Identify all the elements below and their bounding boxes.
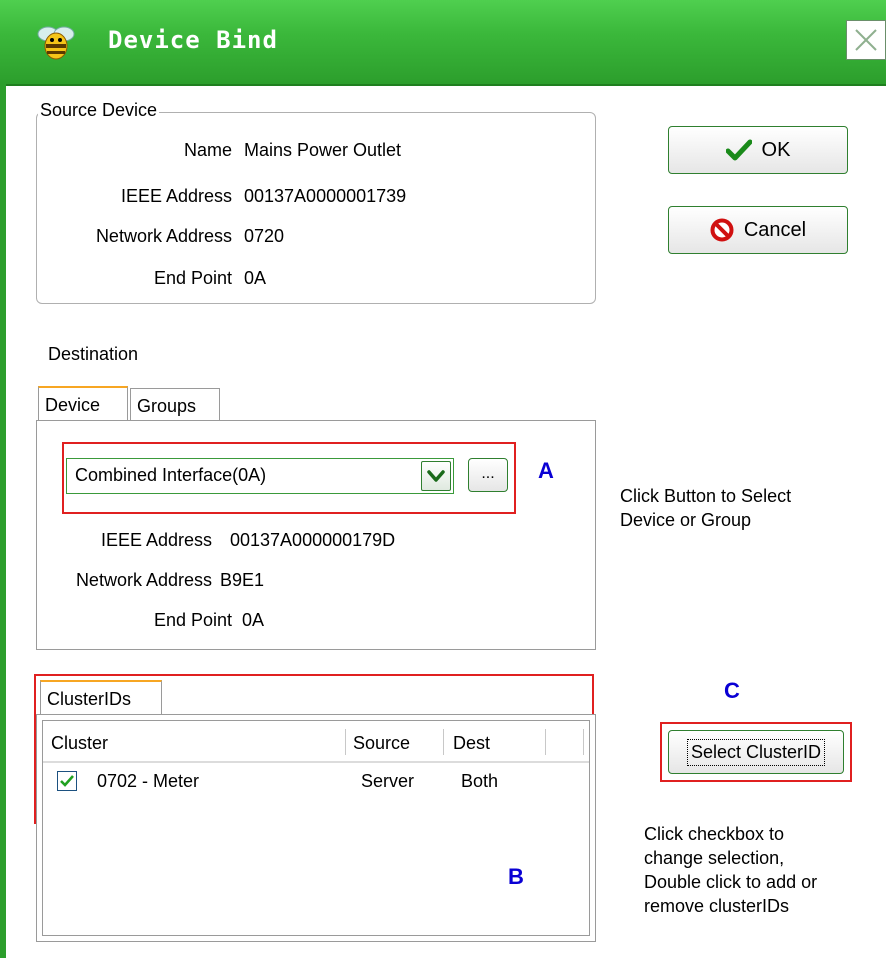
dest-nwk-value: B9E1: [220, 570, 265, 590]
note-select-line2: Device or Group: [620, 510, 752, 530]
annotation-letter-c: C: [724, 678, 740, 703]
annotation-letter-a: A: [538, 458, 554, 483]
cluster-source: Server: [361, 771, 415, 791]
bee-logo-icon: [34, 18, 78, 62]
column-header-dest[interactable]: Dest: [453, 733, 490, 754]
source-ep-value: 0A: [244, 268, 267, 288]
note-select-line1: Click Button to Select: [620, 486, 792, 506]
close-icon: [855, 29, 877, 51]
cluster-name: 0702 - Meter: [97, 771, 200, 791]
source-ep-label: End Point: [153, 268, 232, 288]
column-divider[interactable]: [345, 729, 346, 755]
select-clusterid-button[interactable]: Select ClusterID: [668, 730, 844, 774]
column-header-source[interactable]: Source: [353, 733, 410, 754]
select-clusterid-label: Select ClusterID: [686, 738, 826, 766]
browse-button[interactable]: ...: [468, 458, 508, 492]
ok-label: OK: [761, 138, 791, 161]
cluster-dest: Both: [461, 771, 499, 791]
source-device-legend: Source Device: [38, 100, 160, 121]
source-ieee-value: 00137A0000001739: [244, 186, 407, 206]
column-header-cluster[interactable]: Cluster: [51, 733, 108, 754]
source-name-value: Mains Power Outlet: [244, 140, 402, 160]
cancel-label: Cancel: [743, 218, 807, 241]
chevron-down-icon: [427, 470, 445, 482]
note-check-line1: Click checkbox to: [644, 824, 785, 844]
tab-clusterids[interactable]: ClusterIDs: [40, 680, 162, 716]
combo-value: Combined Interface(0A): [75, 465, 267, 485]
cluster-list-header: Cluster Source Dest: [43, 721, 589, 763]
checkmark-icon: [725, 139, 752, 161]
column-divider[interactable]: [443, 729, 444, 755]
destination-device-combo[interactable]: Combined Interface(0A): [66, 458, 454, 494]
window-title: Device Bind: [108, 26, 278, 54]
note-check-line2: change selection,: [644, 848, 785, 868]
annotation-letter-b: B: [508, 864, 524, 889]
source-nwk-label: Network Address: [95, 226, 232, 246]
source-nwk-value: 0720: [244, 226, 285, 246]
checkmark-icon: [60, 775, 74, 787]
dest-ep-label: End Point: [153, 610, 232, 630]
column-divider[interactable]: [583, 729, 584, 755]
table-row[interactable]: 0702 - Meter Server Both: [43, 763, 589, 799]
dest-ieee-label: IEEE Address: [100, 530, 212, 550]
dest-ieee-value: 00137A000000179D: [230, 530, 396, 550]
note-check-line4: remove clusterIDs: [644, 896, 790, 916]
source-ieee-label: IEEE Address: [120, 186, 232, 206]
tab-device[interactable]: Device: [38, 386, 128, 422]
column-divider[interactable]: [545, 729, 546, 755]
combo-dropdown-button[interactable]: [421, 461, 451, 491]
window-frame: [0, 84, 6, 958]
note-check-line3: Double click to add or: [644, 872, 818, 892]
tab-groups[interactable]: Groups: [130, 388, 220, 422]
prohibited-icon: [710, 218, 734, 242]
dest-ep-value: 0A: [242, 610, 265, 630]
dest-nwk-label: Network Address: [75, 570, 212, 590]
destination-label: Destination: [48, 344, 139, 364]
source-name-label: Name: [183, 140, 232, 160]
cluster-checkbox[interactable]: [57, 771, 77, 791]
close-button[interactable]: [846, 20, 886, 60]
ok-button[interactable]: OK: [668, 126, 848, 174]
cluster-list[interactable]: Cluster Source Dest 0702 - Meter Server …: [42, 720, 590, 936]
cancel-button[interactable]: Cancel: [668, 206, 848, 254]
